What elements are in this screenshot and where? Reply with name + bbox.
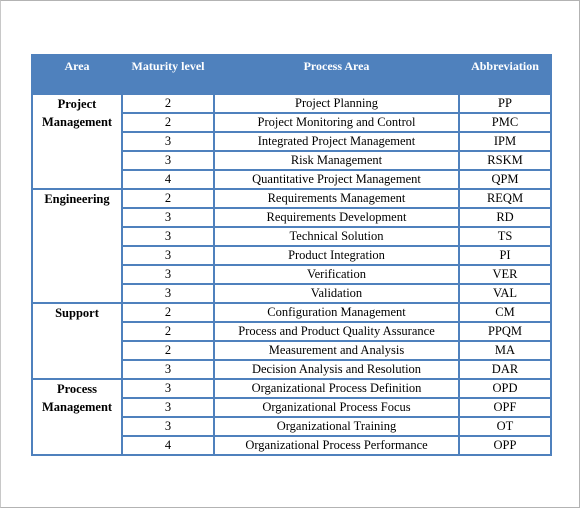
table-row: Project Management 2 Project Planning PP (31, 93, 552, 190)
process-area-cell: Product Integration (213, 245, 460, 266)
abbreviation-cell: DAR (458, 359, 552, 380)
abbreviation-cell: VER (458, 264, 552, 285)
abbreviation-cell: REQM (458, 188, 552, 209)
process-area-cell: Project Planning (213, 93, 460, 114)
maturity-level-cell: 3 (121, 245, 215, 266)
maturity-level-cell: 3 (121, 283, 215, 304)
abbreviation-cell: PPQM (458, 321, 552, 342)
area-cell: Process Management (31, 378, 123, 456)
header-row: Area Maturity level Process Area Abbrevi… (31, 54, 552, 95)
abbreviation-cell: OPF (458, 397, 552, 418)
maturity-level-cell: 3 (121, 131, 215, 152)
header-area: Area (31, 54, 123, 95)
table-body: Project Management 2 Project Planning PP 2 Pr… (31, 93, 552, 456)
process-area-cell: Configuration Management (213, 302, 460, 323)
abbreviation-cell: RD (458, 207, 552, 228)
maturity-level-cell: 3 (121, 226, 215, 247)
area-cell: Engineering (31, 188, 123, 304)
maturity-level-cell: 2 (121, 302, 215, 323)
abbreviation-cell: PI (458, 245, 552, 266)
abbreviation-cell: IPM (458, 131, 552, 152)
process-area-cell: Measurement and Analysis (213, 340, 460, 361)
process-area-cell: Requirements Management (213, 188, 460, 209)
process-area-cell: Organizational Process Performance (213, 435, 460, 456)
abbreviation-cell: QPM (458, 169, 552, 190)
maturity-level-cell: 3 (121, 207, 215, 228)
abbreviation-cell: VAL (458, 283, 552, 304)
maturity-level-cell: 2 (121, 321, 215, 342)
header-process-area: Process Area (213, 54, 460, 95)
process-area-cell: Validation (213, 283, 460, 304)
table-row: Support 2 Configuration Management CM (31, 302, 552, 380)
maturity-level-cell: 4 (121, 169, 215, 190)
process-area-cell: Integrated Project Management (213, 131, 460, 152)
area-cell: Support (31, 302, 123, 380)
abbreviation-cell: PP (458, 93, 552, 114)
cmmi-process-area-table: Area Maturity level Process Area Abbrevi… (31, 54, 552, 456)
process-area-cell: Organizational Process Definition (213, 378, 460, 399)
abbreviation-cell: RSKM (458, 150, 552, 171)
abbreviation-cell: PMC (458, 112, 552, 133)
maturity-level-cell: 3 (121, 416, 215, 437)
table-header: Area Maturity level Process Area Abbrevi… (31, 54, 552, 95)
maturity-level-cell: 3 (121, 359, 215, 380)
maturity-level-cell: 3 (121, 378, 215, 399)
abbreviation-cell: TS (458, 226, 552, 247)
maturity-level-cell: 2 (121, 93, 215, 114)
table-row: Engineering 2 Requirements Management REQM (31, 188, 552, 304)
process-area-cell: Technical Solution (213, 226, 460, 247)
process-area-cell: Decision Analysis and Resolution (213, 359, 460, 380)
document-page: Area Maturity level Process Area Abbrevi… (0, 0, 580, 508)
process-area-cell: Risk Management (213, 150, 460, 171)
maturity-level-cell: 2 (121, 340, 215, 361)
abbreviation-cell: CM (458, 302, 552, 323)
abbreviation-cell: MA (458, 340, 552, 361)
maturity-level-cell: 4 (121, 435, 215, 456)
maturity-level-cell: 3 (121, 397, 215, 418)
abbreviation-cell: OPP (458, 435, 552, 456)
process-area-cell: Quantitative Project Management (213, 169, 460, 190)
process-area-cell: Requirements Development (213, 207, 460, 228)
process-area-cell: Project Monitoring and Control (213, 112, 460, 133)
process-area-cell: Verification (213, 264, 460, 285)
table-row: Process Management 3 Organizational Proces… (31, 378, 552, 456)
maturity-level-cell: 3 (121, 150, 215, 171)
area-cell: Project Management (31, 93, 123, 190)
abbreviation-cell: OPD (458, 378, 552, 399)
maturity-level-cell: 2 (121, 112, 215, 133)
process-area-cell: Organizational Process Focus (213, 397, 460, 418)
abbreviation-cell: OT (458, 416, 552, 437)
process-area-cell: Process and Product Quality Assurance (213, 321, 460, 342)
maturity-level-cell: 3 (121, 264, 215, 285)
maturity-level-cell: 2 (121, 188, 215, 209)
header-abbreviation: Abbreviation (458, 54, 552, 95)
header-maturity-level: Maturity level (121, 54, 215, 95)
process-area-cell: Organizational Training (213, 416, 460, 437)
